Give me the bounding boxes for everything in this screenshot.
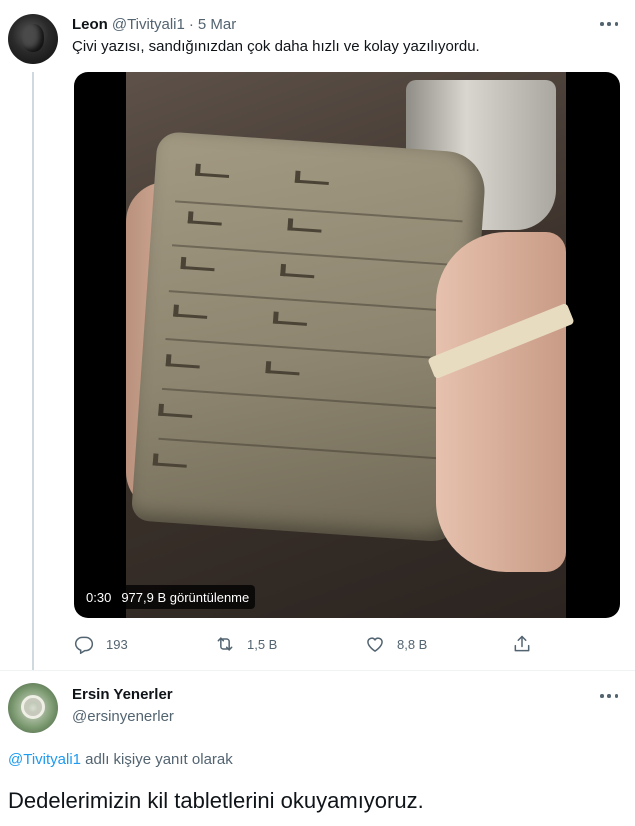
reply-author-name[interactable]: Ersin Yenerler: [72, 686, 173, 703]
author-handle[interactable]: @Tivityali1: [112, 16, 185, 33]
share-button[interactable]: [512, 632, 532, 656]
reply-author-handle[interactable]: @ersinyenerler: [72, 708, 174, 725]
like-count: 8,8 B: [397, 636, 428, 652]
replying-to-link[interactable]: @Tivityali1: [8, 751, 81, 768]
reply-text: Dedelerimizin kil tabletlerini okuyamıyo…: [8, 788, 424, 813]
author-name[interactable]: Leon: [72, 16, 108, 33]
tweet-header: Leon @Tivityali1 · 5 Mar: [72, 14, 236, 34]
reply-count: 193: [106, 636, 128, 652]
retweet-button[interactable]: 1,5 B: [215, 632, 277, 656]
replying-to-line: @Tivityali1 adlı kişiye yanıt olarak: [8, 751, 233, 768]
video-view-count: 977,9 B görüntülenme: [121, 589, 250, 605]
retweet-icon: [217, 637, 233, 651]
original-tweet[interactable]: Leon @Tivityali1 · 5 Mar Çivi yazısı, sa…: [0, 0, 635, 670]
author-avatar[interactable]: [8, 14, 58, 64]
share-icon: [514, 635, 530, 652]
reply-button[interactable]: 193: [74, 632, 128, 656]
thread-line: [32, 72, 34, 670]
tweet-date[interactable]: 5 Mar: [198, 16, 236, 33]
tweet-actions: 193 1,5 B 8,8 B: [72, 632, 542, 656]
replying-to-text: adlı kişiye yanıt olarak: [81, 751, 233, 768]
more-icon[interactable]: [597, 14, 621, 34]
reply-more-icon[interactable]: [597, 686, 621, 706]
video-duration: 0:30: [86, 589, 112, 605]
video-player[interactable]: 0:30 977,9 B görüntülenme: [74, 72, 620, 618]
reply-icon: [74, 636, 94, 654]
like-icon: [367, 637, 383, 652]
tweet-divider: [0, 670, 635, 671]
reply-author-avatar[interactable]: [8, 683, 58, 733]
retweet-count: 1,5 B: [247, 636, 278, 652]
video-info-badge: 0:30 977,9 B görüntülenme: [80, 585, 256, 609]
video-thumbnail: [126, 72, 575, 618]
header-separator: ·: [188, 15, 194, 33]
tweet-text: Çivi yazısı, sandığınızdan çok daha hızl…: [72, 38, 480, 55]
like-button[interactable]: 8,8 B: [365, 632, 427, 656]
